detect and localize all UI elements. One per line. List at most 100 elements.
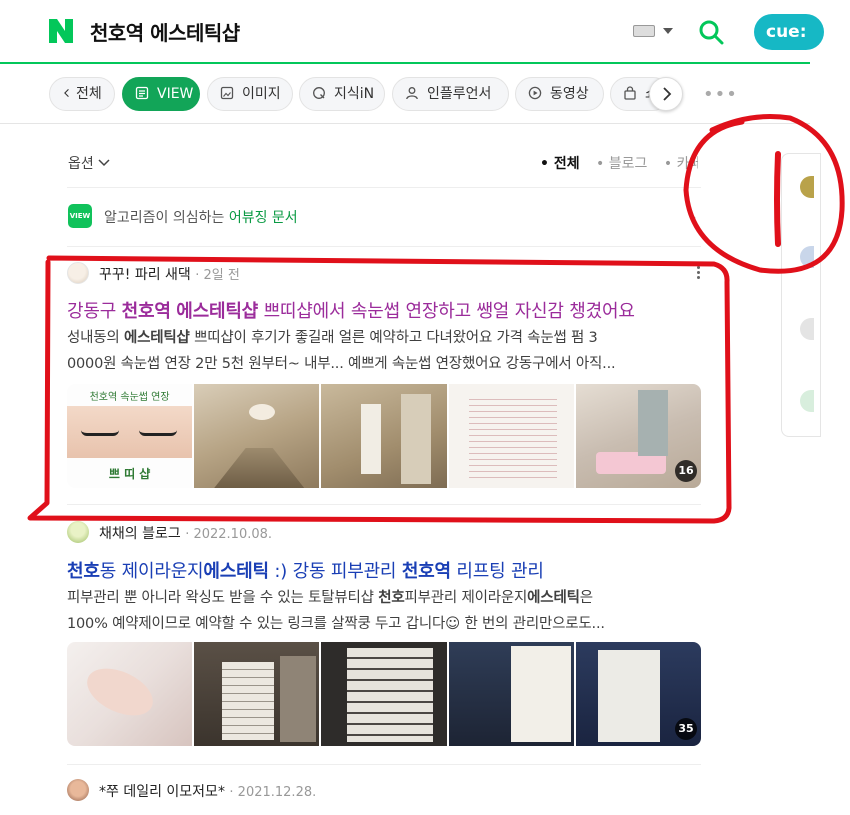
person-icon	[406, 87, 418, 100]
post-author-row: *쭈 데일리 이모저모* · 2021.12.28.	[67, 779, 701, 801]
kebab-menu-icon[interactable]	[697, 266, 701, 280]
side-panel-thumb[interactable]	[800, 390, 814, 412]
desc-text: 피부관리 뿐 아니라 왁싱도 받을 수 있는 토탈뷰티샵	[67, 590, 379, 606]
source-filters: • 전체 • 블로그 • 카페	[540, 153, 698, 173]
filter-cafe[interactable]: • 카페	[664, 156, 698, 172]
post-thumbnails[interactable]: 천호역 속눈썹 연장 쁘 띠 샵 16	[67, 384, 701, 488]
tab-label: 지식iN	[334, 86, 375, 102]
post-title[interactable]: 강동구 천호역 에스테틱샵 쁘띠샵에서 속눈썹 연장하고 쌩얼 자신감 챙겼어요	[67, 297, 635, 323]
thumbnail-treatment-room[interactable]: 16	[575, 384, 701, 488]
chevron-right-icon	[663, 87, 672, 101]
divider	[67, 764, 701, 765]
post-description[interactable]: 피부관리 뿐 아니라 왁싱도 받을 수 있는 토탈뷰티샵 천호피부관리 제이라운…	[67, 585, 701, 637]
thumbnail-price-list[interactable]	[448, 384, 574, 488]
avatar[interactable]	[67, 262, 89, 284]
search-tabs: 전체 VIEW 이미지 지식iN 인플루언서 동영상 쇼 •••	[0, 64, 810, 124]
post-date-sep: ·	[195, 268, 204, 283]
desc-text: 100% 예약제이므로 예약할 수 있는 링크를 살짝쿵 두고 갑니다☺ 한 번…	[67, 616, 605, 632]
abuse-notice-text: 알고리즘이 의심하는 어뷰징 문서	[104, 210, 298, 226]
title-text: 강동구	[67, 301, 122, 322]
more-icon[interactable]: •••	[703, 86, 738, 104]
title-text: 리프팅 관리	[450, 561, 544, 582]
tab-label: 이미지	[242, 86, 281, 102]
keyboard-icon[interactable]	[633, 25, 655, 37]
filter-blog[interactable]: • 블로그	[596, 156, 647, 172]
thumbnail-facial[interactable]	[67, 642, 193, 746]
side-panel	[781, 153, 821, 437]
chevron-down-icon[interactable]	[663, 28, 673, 34]
blog-post: *쭈 데일리 이모저모* · 2021.12.28.	[67, 779, 701, 803]
avatar[interactable]	[67, 779, 89, 801]
image-icon	[220, 86, 234, 100]
title-highlight: 에스테틱샵	[176, 301, 259, 322]
thumbnail-corridor[interactable]	[448, 642, 574, 746]
tab-all[interactable]: 전체	[49, 77, 115, 111]
thumbnail-building-directory[interactable]	[194, 642, 320, 746]
post-date: 2022.10.08.	[193, 527, 273, 542]
author-name[interactable]: 채채의 블로그	[99, 526, 181, 542]
tab-label: 전체	[76, 86, 102, 102]
post-title[interactable]: 천호동 제이라운지에스테틱 :) 강동 피부관리 천호역 리프팅 관리	[67, 557, 544, 583]
desc-text: 은	[579, 590, 593, 606]
avatar[interactable]	[67, 521, 89, 543]
thumbnail-floor-sign[interactable]	[321, 642, 447, 746]
naver-logo-icon[interactable]	[49, 19, 73, 43]
thumbnail-caption: 쁘 띠 샵	[108, 467, 151, 481]
q-icon	[313, 87, 325, 99]
tab-images[interactable]: 이미지	[207, 77, 293, 111]
side-panel-thumb[interactable]	[800, 318, 814, 340]
title-text: 쁘띠샵에서 속눈썹 연장하고 쌩얼 자신감 챙겼어요	[258, 301, 635, 322]
divider	[67, 504, 701, 505]
post-description[interactable]: 성내동의 에스테틱샵 쁘띠샵이 후기가 좋길래 얼른 예약하고 다녀왔어요 가격…	[67, 325, 701, 377]
highlight-number-one	[774, 151, 781, 247]
post-author-row: 채채의 블로그 · 2022.10.08.	[67, 521, 701, 543]
thumbnail-caption: 천호역 속눈썹 연장	[89, 392, 170, 403]
desc-highlight: 에스테틱샵	[123, 330, 190, 346]
view-badge-icon: VIEW	[68, 204, 92, 228]
post-thumbnails[interactable]: 35	[67, 642, 701, 746]
options-toggle[interactable]: 옵션	[68, 153, 110, 173]
chevron-down-icon	[98, 159, 110, 167]
eyes-photo	[67, 406, 193, 458]
thumbnail-eyelash[interactable]: 천호역 속눈썹 연장 쁘 띠 샵	[67, 384, 193, 488]
tab-view[interactable]: VIEW	[122, 77, 200, 111]
desc-text: 성내동의	[67, 330, 124, 346]
cue-button[interactable]: cue:	[754, 14, 824, 50]
tab-label: VIEW	[157, 86, 194, 102]
tabs-next-button[interactable]	[649, 77, 683, 111]
abuse-doc-link[interactable]: 어뷰징 문서	[229, 210, 298, 226]
title-highlight: 천호역	[401, 561, 451, 582]
post-author-row: 꾸꾸! 파리 새댁 · 2일 전	[67, 262, 701, 284]
side-panel-thumb[interactable]	[800, 176, 814, 198]
desc-highlight: 에스테틱	[527, 590, 580, 606]
chevron-right-icon[interactable]: ›	[691, 210, 697, 226]
divider	[67, 187, 701, 188]
tab-influencer[interactable]: 인플루언서	[392, 77, 509, 111]
desc-text: 쁘띠샵이 후기가 좋길래 얼른 예약하고 다녀왔어요 가격 속눈썹 펌 3	[189, 330, 598, 346]
side-panel-thumb[interactable]	[800, 246, 814, 268]
tab-label: 동영상	[550, 86, 589, 102]
thumbnail-hallway[interactable]	[194, 384, 320, 488]
title-highlight: 천호	[67, 561, 100, 582]
desc-text: 0000원 속눈썹 연장 2만 5천 원부터~ 내부... 예쁘게 속눈썹 연장…	[67, 356, 616, 372]
filter-all[interactable]: • 전체	[540, 156, 580, 172]
search-query[interactable]: 천호역 에스테틱샵	[90, 17, 240, 46]
thumbnail-entrance[interactable]	[321, 384, 447, 488]
author-name[interactable]: *쭈 데일리 이모저모*	[99, 784, 225, 800]
search-icon[interactable]	[698, 19, 724, 45]
blog-post: 꾸꾸! 파리 새댁 · 2일 전 강동구 천호역 에스테틱샵 쁘띠샵에서 속눈썹…	[67, 262, 701, 492]
post-date: 2일 전	[203, 268, 240, 283]
bag-icon	[624, 86, 636, 100]
tab-kin[interactable]: 지식iN	[299, 77, 385, 111]
author-name[interactable]: 꾸꾸! 파리 새댁	[99, 267, 191, 283]
title-highlight: 천호역	[121, 301, 171, 322]
tab-video[interactable]: 동영상	[515, 77, 604, 111]
divider	[67, 246, 701, 247]
desc-text: 피부관리 제이라운지	[404, 590, 528, 606]
image-count-badge: 16	[675, 460, 698, 482]
post-date-sep: ·	[229, 785, 238, 800]
thumbnail-door[interactable]: 35	[575, 642, 701, 746]
post-date: 2021.12.28.	[237, 785, 317, 800]
desc-highlight: 천호	[378, 590, 405, 606]
document-icon	[135, 86, 149, 100]
